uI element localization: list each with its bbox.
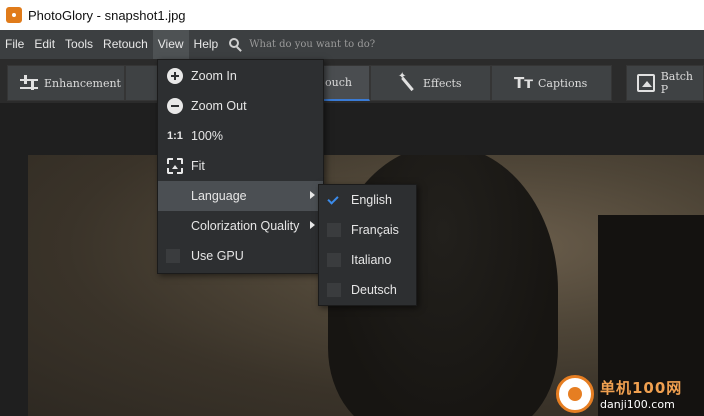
menu-item-use-gpu[interactable]: Use GPU bbox=[158, 241, 323, 271]
menu-item-actual-size[interactable]: 1:1 100% bbox=[158, 121, 323, 151]
checkmark-icon bbox=[327, 193, 341, 207]
menu-file[interactable]: File bbox=[0, 30, 29, 59]
menu-help[interactable]: Help bbox=[189, 30, 224, 59]
submenu-arrow-icon bbox=[310, 221, 315, 229]
ratio-icon: 1:1 bbox=[167, 130, 183, 142]
search-input[interactable] bbox=[249, 39, 450, 50]
text-icon: Tт bbox=[514, 74, 533, 92]
magic-wand-icon bbox=[398, 71, 417, 92]
menu-item-zoom-in[interactable]: Zoom In bbox=[158, 61, 323, 91]
language-label: Italiano bbox=[351, 253, 392, 267]
menu-item-label: 100% bbox=[191, 129, 223, 143]
tab-captions[interactable]: Tт Captions bbox=[491, 65, 612, 101]
menu-edit[interactable]: Edit bbox=[29, 30, 60, 59]
toolbar: Enhancement ouch Effects Tт Captions Bat… bbox=[0, 59, 704, 103]
language-option-german[interactable]: Deutsch bbox=[319, 275, 416, 305]
image-batch-icon bbox=[637, 74, 655, 92]
view-menu: Zoom In Zoom Out 1:1 100% Fit Language C… bbox=[157, 59, 324, 274]
menu-bar: File Edit Tools Retouch View Help bbox=[0, 30, 704, 59]
checkbox-icon bbox=[327, 223, 341, 237]
menu-item-label: Fit bbox=[191, 159, 205, 173]
tab-batch-processing[interactable]: Batch P bbox=[626, 65, 704, 101]
zoom-in-icon bbox=[167, 68, 183, 84]
menu-item-zoom-out[interactable]: Zoom Out bbox=[158, 91, 323, 121]
language-option-italian[interactable]: Italiano bbox=[319, 245, 416, 275]
checkbox-icon bbox=[327, 283, 341, 297]
tab-label: ouch bbox=[325, 76, 352, 89]
menu-retouch[interactable]: Retouch bbox=[98, 30, 153, 59]
fit-icon bbox=[167, 158, 183, 174]
language-label: English bbox=[351, 193, 392, 207]
use-gpu-checkbox[interactable] bbox=[166, 249, 180, 263]
tab-restoration[interactable] bbox=[125, 65, 160, 101]
watermark: 单机100网 danji100.com bbox=[556, 372, 704, 416]
menu-item-label: Use GPU bbox=[191, 249, 244, 263]
checkbox-icon bbox=[327, 253, 341, 267]
window-title: PhotoGlory - snapshot1.jpg bbox=[28, 7, 186, 23]
title-bar: PhotoGlory - snapshot1.jpg bbox=[0, 0, 704, 30]
language-submenu: English Français Italiano Deutsch bbox=[318, 184, 417, 306]
language-label: Deutsch bbox=[351, 283, 397, 297]
menu-item-label: Zoom In bbox=[191, 69, 237, 83]
menu-item-label: Language bbox=[191, 189, 247, 203]
tab-effects[interactable]: Effects bbox=[370, 65, 491, 101]
tab-enhancement[interactable]: Enhancement bbox=[7, 65, 125, 101]
menu-item-language[interactable]: Language bbox=[158, 181, 323, 211]
menu-tools[interactable]: Tools bbox=[60, 30, 98, 59]
language-option-french[interactable]: Français bbox=[319, 215, 416, 245]
tab-label: Enhancement bbox=[44, 76, 121, 90]
language-label: Français bbox=[351, 223, 399, 237]
zoom-out-icon bbox=[167, 98, 183, 114]
menu-view[interactable]: View bbox=[152, 30, 189, 59]
menu-item-label: Zoom Out bbox=[191, 99, 247, 113]
watermark-text: 单机100网 danji100.com bbox=[600, 377, 682, 411]
sliders-icon bbox=[20, 74, 38, 92]
watermark-line1: 单机100网 bbox=[600, 379, 683, 397]
search-icon bbox=[229, 37, 243, 52]
menu-item-fit[interactable]: Fit bbox=[158, 151, 323, 181]
search-box bbox=[229, 37, 450, 52]
menu-item-colorization-quality[interactable]: Colorization Quality bbox=[158, 211, 323, 241]
menu-item-label: Colorization Quality bbox=[191, 219, 300, 233]
app-logo-icon bbox=[6, 7, 22, 23]
watermark-line2: danji100.com bbox=[600, 398, 675, 411]
watermark-logo-icon bbox=[556, 375, 594, 413]
tab-label: Effects bbox=[423, 76, 462, 90]
tab-label: Captions bbox=[538, 76, 588, 90]
submenu-arrow-icon bbox=[310, 191, 315, 199]
language-option-english[interactable]: English bbox=[319, 185, 416, 215]
tab-label: Batch P bbox=[660, 70, 694, 96]
